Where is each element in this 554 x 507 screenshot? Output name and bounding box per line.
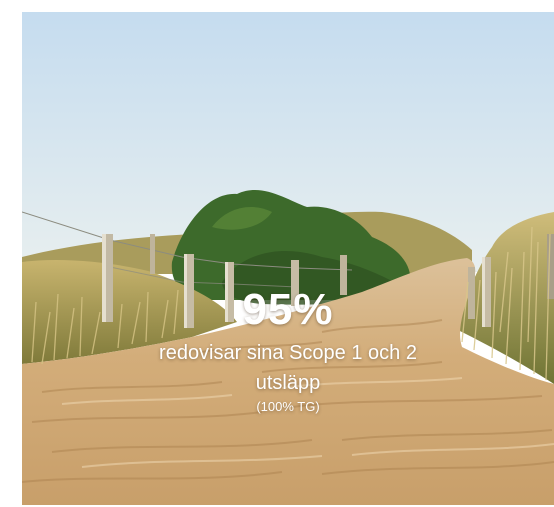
beach-path-photo [22,12,554,505]
stat-description-line-1: redovisar sina Scope 1 och 2 [159,342,417,364]
stat-note: (100% TG) [256,399,320,414]
stat-value: 95% [242,285,334,334]
stat-description-line-2: utsläpp [255,372,321,394]
slide: 95% redovisar sina Scope 1 och 2 utsläpp… [22,12,554,505]
